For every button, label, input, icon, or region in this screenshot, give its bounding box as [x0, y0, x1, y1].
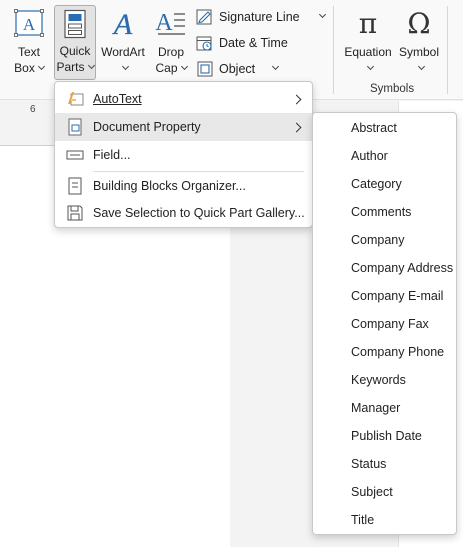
chevron-down-icon	[272, 62, 280, 70]
svg-text:Ω: Ω	[407, 8, 430, 38]
text-box-icon: A	[14, 9, 44, 37]
quick-parts-label-1: Quick	[59, 44, 91, 58]
pi-icon: π	[359, 8, 377, 38]
chevron-down-icon	[366, 62, 374, 71]
property-item-title[interactable]: Title	[351, 513, 374, 527]
building-blocks-icon	[68, 177, 82, 195]
ribbon-separator	[447, 6, 448, 94]
menu-item-document-property[interactable]: Document Property	[55, 113, 312, 141]
menu-item-label: Field...	[93, 148, 131, 162]
calendar-clock-icon	[196, 36, 212, 51]
ruler-tick-label: 6	[30, 104, 36, 115]
drop-cap-label-2: Cap	[155, 61, 178, 75]
property-item-company[interactable]: Company	[351, 233, 405, 247]
signature-line-icon	[196, 9, 212, 25]
property-item-company-address[interactable]: Company Address	[351, 261, 453, 275]
document-property-submenu: Abstract Author Category Comments Compan…	[312, 112, 457, 535]
signature-line-label: Signature Line	[219, 10, 300, 24]
wordart-label: WordArt	[101, 45, 145, 59]
symbol-button[interactable]: Ω Symbol	[396, 6, 442, 78]
wordart-button[interactable]: A WordArt	[99, 6, 147, 78]
date-time-label: Date & Time	[219, 36, 288, 50]
text-box-label-2: Box	[14, 61, 35, 75]
text-box-label-1: Text	[17, 45, 40, 59]
chevron-down-icon	[121, 62, 129, 71]
property-item-manager[interactable]: Manager	[351, 401, 400, 415]
equation-label: Equation	[344, 45, 392, 59]
menu-item-building-blocks-organizer[interactable]: Building Blocks Organizer...	[55, 172, 312, 200]
property-item-author[interactable]: Author	[351, 149, 388, 163]
symbol-label: Symbol	[398, 45, 439, 59]
drop-cap-label-1: Drop	[157, 45, 184, 59]
ribbon-separator	[333, 6, 334, 94]
property-item-abstract[interactable]: Abstract	[351, 121, 397, 135]
equation-button[interactable]: π Equation	[342, 6, 394, 78]
drop-cap-button[interactable]: A Drop Cap	[150, 6, 192, 78]
wordart-icon: A	[112, 8, 133, 38]
chevron-down-icon	[318, 10, 326, 18]
chevron-down-icon	[37, 62, 45, 71]
menu-item-autotext[interactable]: AutoText	[55, 85, 312, 113]
property-item-keywords[interactable]: Keywords	[351, 373, 406, 387]
chevron-right-icon	[291, 94, 302, 104]
quick-parts-menu: AutoText Document Property Field... Buil…	[54, 81, 313, 228]
menu-item-label: Building Blocks Organizer...	[93, 179, 246, 193]
object-label: Object	[219, 62, 256, 76]
menu-item-label: AutoText	[93, 92, 142, 106]
field-icon	[66, 150, 84, 160]
chevron-down-icon	[87, 61, 95, 70]
property-item-publish-date[interactable]: Publish Date	[351, 429, 422, 443]
autotext-icon	[68, 92, 84, 106]
property-item-comments[interactable]: Comments	[351, 205, 411, 219]
svg-text:A: A	[155, 10, 173, 36]
menu-item-label: Save Selection to Quick Part Gallery...	[93, 206, 305, 220]
symbols-group-label: Symbols	[370, 83, 415, 95]
object-button[interactable]: Object	[196, 58, 296, 80]
menu-item-field[interactable]: Field...	[55, 141, 312, 169]
date-time-button[interactable]: Date & Time	[196, 32, 326, 54]
object-icon	[197, 61, 213, 77]
omega-icon: Ω	[407, 8, 430, 38]
drop-cap-icon: A	[155, 10, 185, 36]
property-item-company-fax[interactable]: Company Fax	[351, 317, 429, 331]
property-item-subject[interactable]: Subject	[351, 485, 393, 499]
property-item-company-phone[interactable]: Company Phone	[351, 345, 444, 359]
chevron-down-icon	[417, 62, 425, 71]
save-selection-icon	[67, 205, 83, 221]
chevron-down-icon	[180, 62, 188, 71]
quick-parts-button[interactable]: Quick Parts	[54, 5, 96, 80]
svg-text:π: π	[359, 8, 377, 38]
property-item-company-email[interactable]: Company E-mail	[351, 289, 443, 303]
signature-line-button[interactable]: Signature Line	[196, 6, 326, 28]
document-property-icon	[68, 118, 82, 136]
quick-parts-label-2: Parts	[56, 60, 85, 74]
svg-text:A: A	[112, 8, 133, 38]
menu-item-label: Document Property	[93, 120, 201, 134]
svg-text:A: A	[23, 15, 36, 34]
property-item-status[interactable]: Status	[351, 457, 386, 471]
property-item-category[interactable]: Category	[351, 177, 402, 191]
menu-item-save-selection[interactable]: Save Selection to Quick Part Gallery...	[55, 199, 312, 227]
chevron-right-icon	[291, 122, 302, 132]
quick-parts-icon	[64, 9, 86, 39]
text-box-button[interactable]: A Text Box	[8, 6, 50, 78]
